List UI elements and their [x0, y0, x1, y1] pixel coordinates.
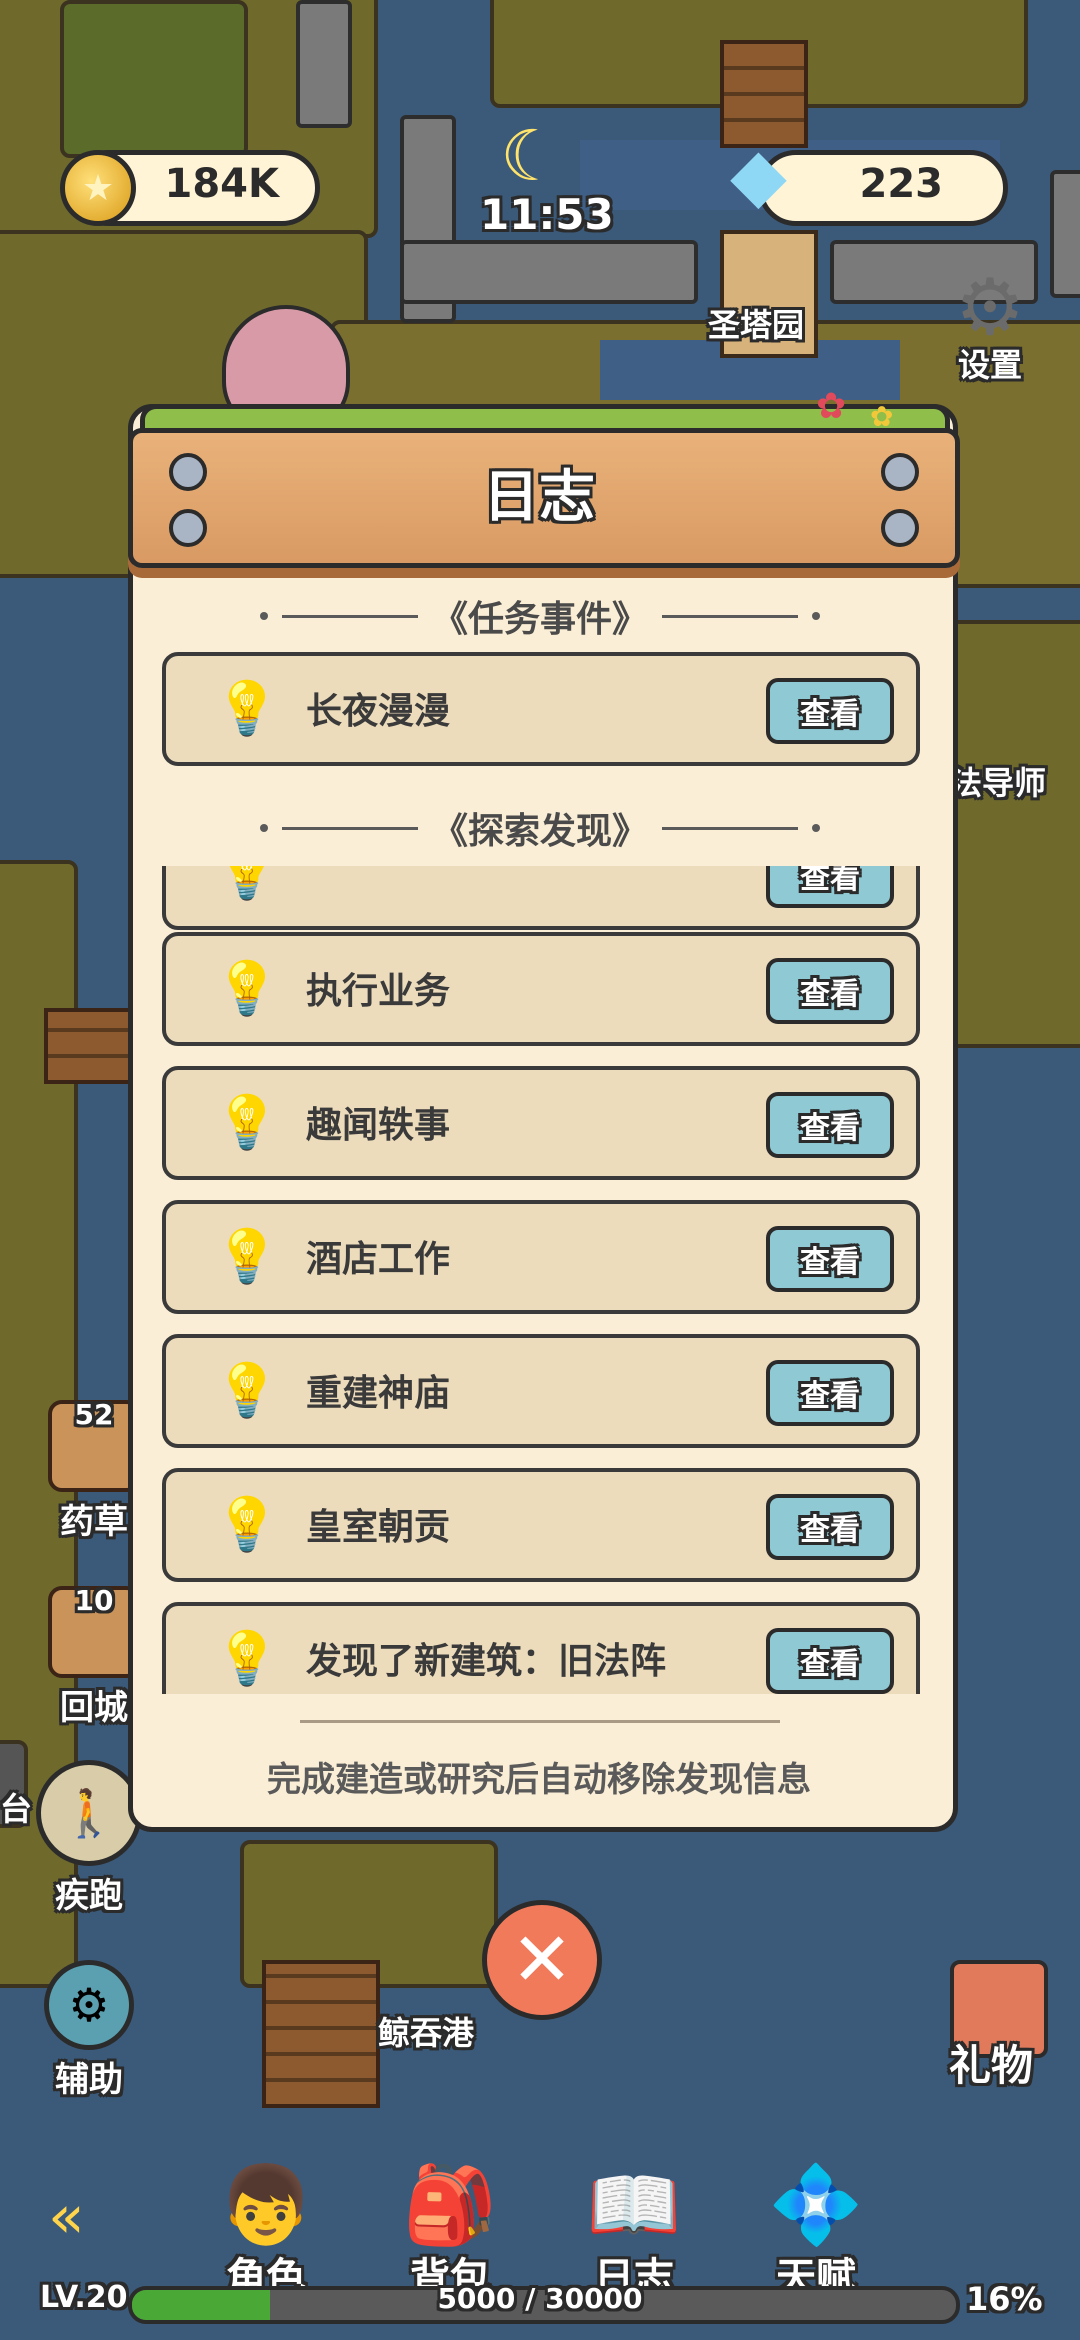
dialog-title: 日志 — [483, 465, 595, 530]
gold-value: 184K — [164, 161, 280, 207]
close-icon: ✕ — [510, 1917, 573, 2003]
return-city-button[interactable]: 10 回城 — [48, 1584, 140, 1729]
herb-icon: 52 — [48, 1398, 140, 1492]
double-chevron-right-icon: 》 — [612, 811, 649, 852]
gift-button[interactable]: 礼物 — [946, 1960, 1036, 2093]
view-button[interactable]: 查看 — [766, 1494, 894, 1560]
double-chevron-left-icon: 《 — [431, 811, 468, 852]
entry-name: 皇室朝贡 — [306, 1507, 451, 1548]
view-button[interactable]: 查看 — [766, 958, 894, 1024]
lightbulb-icon: 💡 — [214, 1093, 280, 1153]
moon-icon: ☾ — [500, 115, 563, 197]
double-chevron-right-icon: 》 — [612, 599, 649, 640]
footer-hint: 完成建造或研究后自动移除发现信息 — [267, 1760, 811, 1800]
map-label-whale-port[interactable]: 鲸吞港 — [378, 2008, 474, 2054]
return-city-label: 回城 — [60, 1688, 128, 1728]
list-item[interactable]: 💡 趣闻轶事 查看 — [162, 1066, 920, 1180]
list-item[interactable]: 💡 执行业务 查看 — [162, 932, 920, 1046]
entry-name: 发现了新建筑：旧法阵 — [306, 1641, 667, 1682]
map-label-left-edge: 台 — [0, 1790, 33, 1828]
lightbulb-icon: 💡 — [214, 1495, 280, 1555]
running-person-icon: 🚶 — [36, 1760, 142, 1866]
book-icon: 📖 — [586, 2160, 682, 2249]
view-button[interactable]: 查看 — [766, 1226, 894, 1292]
gold-coin-icon: ★ — [60, 150, 136, 226]
backpack-icon: 🎒 — [402, 2160, 498, 2249]
entry-name: 长夜漫漫 — [306, 691, 451, 732]
herb-label: 药草 — [60, 1502, 128, 1542]
section-header-explore: 《 探索发现 》 — [260, 802, 821, 854]
section-title-tasks: 任务事件 — [468, 599, 613, 640]
return-city-count: 10 — [74, 1584, 114, 1617]
entry-name: 趣闻轶事 — [306, 1105, 451, 1146]
xp-text: 5000 / 30000 — [437, 2282, 643, 2315]
section-title-explore: 探索发现 — [468, 811, 613, 852]
view-button[interactable]: 查看 — [766, 1628, 894, 1694]
view-button[interactable]: 查看 — [766, 866, 894, 908]
list-item[interactable]: 💡 重建神庙 查看 — [162, 1334, 920, 1448]
view-button[interactable]: 查看 — [766, 1360, 894, 1426]
flower-icon: ✿ — [870, 400, 894, 433]
map-label-mage-mentor[interactable]: 法导师 — [950, 758, 1046, 804]
list-item[interactable]: 💡 查看 — [162, 866, 920, 930]
gear-icon[interactable]: ⚙ — [950, 268, 1030, 348]
winged-gem-icon: 💠 — [768, 2160, 864, 2249]
double-chevron-left-icon: 《 — [431, 599, 468, 640]
lightbulb-icon: 💡 — [214, 1227, 280, 1287]
view-button[interactable]: 查看 — [766, 1092, 894, 1158]
lightbulb-icon: 💡 — [214, 866, 280, 903]
entry-name: 酒店工作 — [306, 1239, 451, 1280]
close-button[interactable]: ✕ — [482, 1900, 602, 2020]
gift-icon — [946, 1960, 1036, 2030]
footer-divider — [300, 1720, 780, 1723]
flower-icon: ✿ — [816, 386, 847, 427]
sprint-button[interactable]: 🚶 疾跑 — [36, 1760, 142, 1917]
list-item[interactable]: 💡 皇室朝贡 查看 — [162, 1468, 920, 1582]
gem-value: 223 — [859, 161, 944, 207]
assist-button[interactable]: ⚙ 辅助 — [44, 1960, 134, 2101]
explore-scroll-list[interactable]: 💡 查看 💡 执行业务 查看 💡 趣闻轶事 查看 💡 酒店工作 查看 💡 重建神… — [130, 866, 946, 1694]
lightbulb-icon: 💡 — [214, 679, 280, 739]
entry-name: 重建神庙 — [306, 1373, 451, 1414]
lightbulb-icon: 💡 — [214, 959, 280, 1019]
view-button[interactable]: 查看 — [766, 678, 894, 744]
lightbulb-icon: 💡 — [214, 1361, 280, 1421]
map-label-holy-garden[interactable]: 圣塔园 — [708, 300, 804, 346]
level-label: LV.20 — [40, 2280, 128, 2315]
assist-icon: ⚙ — [44, 1960, 134, 2050]
assist-label: 辅助 — [55, 2060, 123, 2100]
herb-button[interactable]: 52 药草 — [48, 1398, 140, 1543]
list-item[interactable]: 💡 发现了新建筑：旧法阵 查看 — [162, 1602, 920, 1694]
gem-counter[interactable]: 223 — [758, 150, 1008, 226]
herb-count: 52 — [74, 1398, 114, 1431]
list-item[interactable]: 💡 酒店工作 查看 — [162, 1200, 920, 1314]
character-icon: 👦 — [218, 2160, 314, 2249]
list-item[interactable]: 💡 长夜漫漫 查看 — [162, 652, 920, 766]
entry-name: 执行业务 — [306, 971, 451, 1012]
settings-label[interactable]: 设置 — [958, 340, 1022, 386]
game-clock: 11:53 — [480, 190, 614, 239]
xp-percent: 16% — [966, 2280, 1043, 2318]
diamond-icon: ◆ — [730, 132, 787, 218]
section-header-tasks: 《 任务事件 》 — [260, 590, 821, 642]
sprint-label: 疾跑 — [55, 1876, 123, 1916]
double-chevron-left-icon[interactable]: « — [48, 2182, 85, 2252]
gift-label: 礼物 — [948, 2041, 1033, 2090]
lightbulb-icon: 💡 — [214, 1629, 280, 1689]
scroll-icon: 10 — [48, 1584, 140, 1678]
